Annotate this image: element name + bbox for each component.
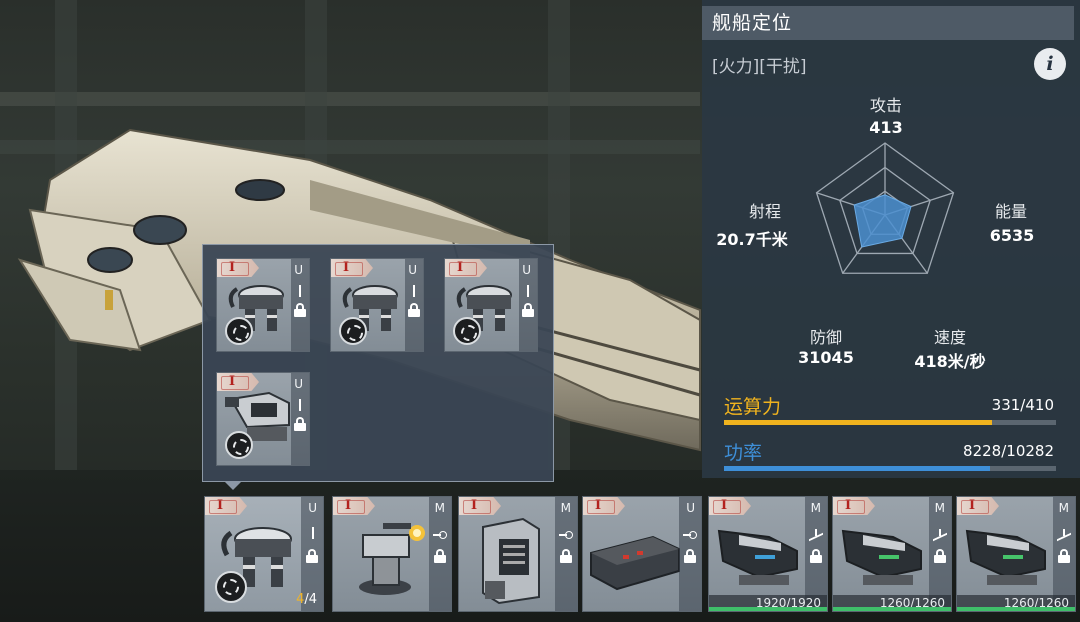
weapon-wheel-icon [339, 317, 367, 345]
module-slot-card[interactable]: I U 4/4 [204, 496, 324, 612]
compute-bar [724, 420, 1056, 425]
tier-badge: I [333, 497, 375, 515]
tier-badge: I [331, 259, 373, 277]
module-slot-card[interactable]: I M [458, 496, 578, 612]
tier-badge: I [205, 497, 247, 515]
panel-title: 舰船定位 [702, 6, 1074, 40]
slot-type-label: M [810, 501, 821, 515]
stat-speed-value: 418米/秒 [914, 352, 986, 371]
module-slot-card[interactable]: I U [582, 496, 702, 612]
lock-icon [560, 549, 572, 563]
stat-defense-value: 31045 [798, 348, 854, 367]
info-icon[interactable]: i [1034, 48, 1066, 80]
compute-value: 331/410 [991, 396, 1054, 414]
weapon-wheel-icon [215, 571, 247, 603]
tier-badge: I [217, 259, 259, 277]
lock-icon [1058, 549, 1070, 563]
slot-type-label: M [1058, 501, 1069, 515]
lock-icon [810, 549, 822, 563]
slot-bar-icon [299, 399, 301, 411]
slot-bar-icon [299, 285, 301, 297]
power-bar-fill [724, 466, 990, 471]
hangar-beam [0, 92, 700, 106]
stat-energy-value: 6535 [989, 226, 1035, 245]
tier-badge: I [445, 259, 487, 277]
compute-label: 运算力 [724, 396, 782, 418]
weapon-wheel-icon [225, 317, 253, 345]
slot-type-label: U [294, 377, 303, 391]
lock-icon [294, 303, 306, 317]
popup-pointer [224, 481, 242, 490]
lock-icon [306, 549, 318, 563]
power-value: 8228/10282 [963, 442, 1054, 460]
stat-range-value: 20.7千米 [716, 230, 788, 249]
lock-icon [294, 417, 306, 431]
slot-type-label: M [560, 501, 571, 515]
power-bar [724, 466, 1056, 471]
stat-speed-label: 速度 [933, 328, 966, 347]
tier-badge: I [217, 373, 259, 391]
module-hp-bar [957, 607, 1075, 611]
module-hp-bar [709, 607, 827, 611]
stat-energy-label: 能量 [994, 202, 1027, 221]
stat-range-label: 射程 [748, 202, 781, 221]
connector-icon [683, 531, 697, 539]
slot-type-label: U [308, 501, 317, 515]
stat-attack-label: 攻击 [869, 96, 902, 115]
slot-type-label: M [434, 501, 445, 515]
lock-icon [434, 549, 446, 563]
aircraft-icon [933, 529, 947, 541]
popup-module-card[interactable]: I U [330, 258, 424, 352]
tier-badge: I [459, 497, 501, 515]
compute-bar-fill [724, 420, 992, 425]
weapon-wheel-icon [225, 431, 253, 459]
stat-attack-value: 413 [869, 118, 903, 137]
slot-bar-icon [312, 527, 314, 539]
popup-module-card[interactable]: I U [216, 372, 310, 466]
module-slot-card[interactable]: I M 1260/1260 [956, 496, 1076, 612]
slot-type-label: U [522, 263, 531, 277]
module-slot-card[interactable]: I M 1920/1920 [708, 496, 828, 612]
lock-icon [934, 549, 946, 563]
module-hp-bar [833, 607, 951, 611]
module-slot-card[interactable]: I M [332, 496, 452, 612]
stat-defense-label: 防御 [809, 328, 842, 347]
connector-icon [433, 531, 447, 539]
aircraft-icon [809, 529, 823, 541]
aircraft-icon [1057, 529, 1071, 541]
slot-type-label: U [686, 501, 695, 515]
tier-badge: I [709, 497, 751, 515]
tier-badge: I [833, 497, 875, 515]
module-count: 4/4 [296, 592, 317, 607]
module-slot-card[interactable]: I M 1260/1260 [832, 496, 952, 612]
weapon-wheel-icon [453, 317, 481, 345]
tier-badge: I [957, 497, 999, 515]
radar-chart [815, 142, 955, 274]
lock-icon [522, 303, 534, 317]
connector-icon [559, 531, 573, 539]
slot-bar-icon [413, 285, 415, 297]
tier-badge: I [583, 497, 625, 515]
slot-type-label: U [408, 263, 417, 277]
popup-module-card[interactable]: I U [444, 258, 538, 352]
slot-type-label: M [934, 501, 945, 515]
power-label: 功率 [724, 442, 763, 464]
role-tags: [火力][干扰] [712, 57, 807, 77]
lock-icon [408, 303, 420, 317]
slot-type-label: U [294, 263, 303, 277]
lock-icon [684, 549, 696, 563]
popup-module-card[interactable]: I U [216, 258, 310, 352]
slot-bar-icon [527, 285, 529, 297]
